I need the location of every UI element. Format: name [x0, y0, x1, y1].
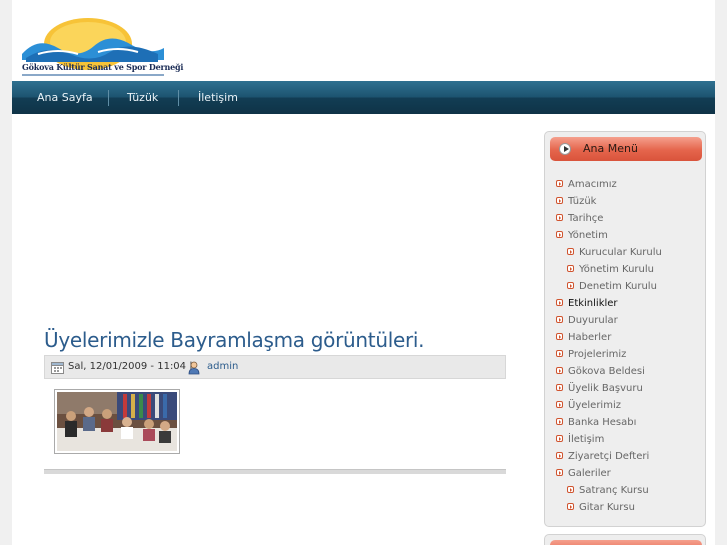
header: Gökova Kültür Sanat ve Spor Derneği: [12, 0, 715, 80]
bullet-icon: [567, 282, 574, 289]
nav-item-tuzuk[interactable]: Tüzük: [127, 81, 158, 114]
sidebar-second-block: [544, 534, 706, 545]
post-date: Sal, 12/01/2009 - 11:04 |: [68, 361, 193, 372]
bullet-icon: [556, 299, 563, 306]
bullet-icon: [556, 367, 563, 374]
bullet-icon: [567, 503, 574, 510]
nav-item-ana-sayfa[interactable]: Ana Sayfa: [37, 81, 93, 114]
bullet-icon: [556, 401, 563, 408]
logo-text: Gökova Kültür Sanat ve Spor Derneği: [22, 62, 184, 72]
bullet-icon: [556, 180, 563, 187]
bullet-icon: [556, 214, 563, 221]
post-meta: Sal, 12/01/2009 - 11:04 | admin: [44, 355, 506, 379]
sidebar-main-menu: Ana Menü Amacımız Tüzük Tarihçe Yönetim …: [544, 131, 706, 527]
bullet-icon: [556, 231, 563, 238]
page: Gökova Kültür Sanat ve Spor Derneği Ana …: [12, 0, 715, 545]
calendar-icon: [51, 362, 64, 374]
post-author[interactable]: admin: [207, 361, 238, 372]
post-title[interactable]: Üyelerimizle Bayramlaşma görüntüleri.: [44, 328, 425, 352]
bullet-icon: [556, 333, 563, 340]
bullet-icon: [556, 452, 563, 459]
content-divider: [44, 469, 506, 474]
bullet-icon: [556, 418, 563, 425]
bullet-icon: [556, 197, 563, 204]
block-header: [550, 540, 702, 545]
menu-header: Ana Menü: [550, 137, 702, 161]
user-icon: [188, 361, 200, 375]
bullet-icon: [556, 316, 563, 323]
nav-separator: [178, 90, 179, 106]
bullet-icon: [556, 350, 563, 357]
nav-separator: [108, 90, 109, 106]
bullet-icon: [556, 435, 563, 442]
main-nav: Ana Sayfa Tüzük İletişim: [12, 81, 715, 114]
bullet-icon: [556, 384, 563, 391]
nav-item-iletisim[interactable]: İletişim: [198, 81, 238, 114]
play-icon: [559, 143, 571, 155]
bullet-icon: [567, 248, 574, 255]
menu-title: Ana Menü: [583, 142, 638, 155]
post-thumbnail[interactable]: [54, 389, 180, 454]
bullet-icon: [556, 469, 563, 476]
site-logo[interactable]: Gökova Kültür Sanat ve Spor Derneği: [18, 14, 183, 78]
bullet-icon: [567, 265, 574, 272]
bullet-icon: [567, 486, 574, 493]
